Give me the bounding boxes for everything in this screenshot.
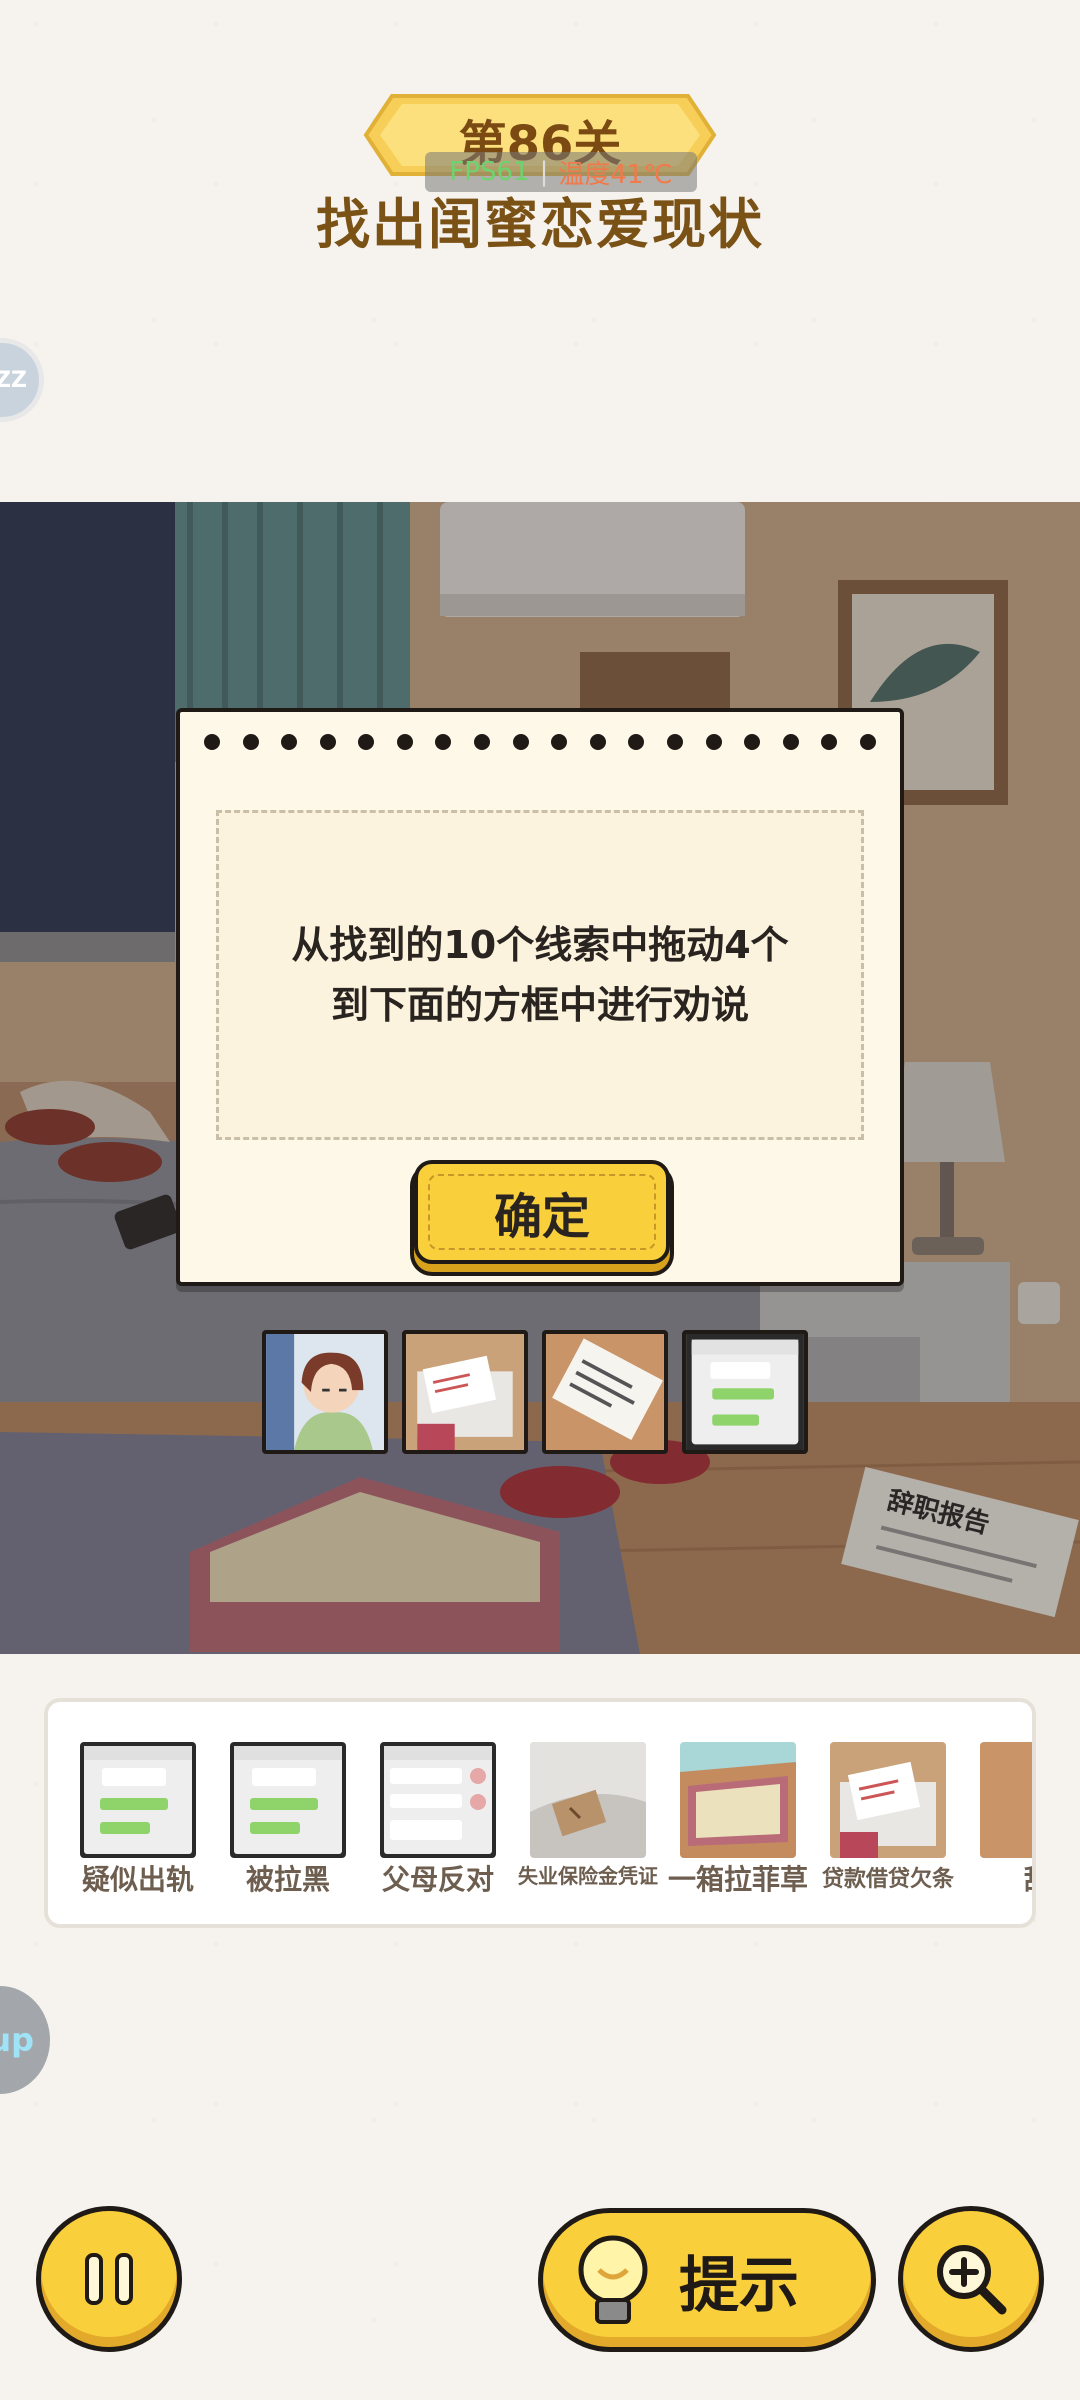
notebook-holes	[204, 734, 876, 756]
insurance-certificate-icon	[530, 1742, 646, 1858]
clue-inventory[interactable]: 疑似出轨 被拉黑 父母反对 失业保险金凭证 一箱拉菲草 贷款借贷欠条	[44, 1698, 1036, 1928]
clue-label: 父母反对	[381, 1863, 494, 1896]
chat-screenshot-icon	[686, 1334, 804, 1450]
dialog-message-line1: 从找到的10个线索中拖动4个	[291, 923, 789, 967]
side-tab-text: up	[0, 2021, 34, 2059]
partial-clue-icon	[980, 1742, 1032, 1858]
pause-icon	[79, 2253, 139, 2305]
level-title: 找出闺蜜恋爱现状	[316, 193, 764, 256]
clue-label: 一箱拉菲草	[668, 1863, 809, 1896]
slot-resignation-report[interactable]	[542, 1330, 668, 1454]
hint-button-label: 提示	[679, 2250, 799, 2321]
clue-item[interactable]: 疑似出轨	[80, 1742, 196, 1896]
clue-label: 被拉黑	[245, 1863, 330, 1896]
lightbulb-icon	[578, 2235, 648, 2324]
clue-item[interactable]: 父母反对	[380, 1742, 496, 1896]
zoom-button[interactable]	[898, 2206, 1044, 2352]
slot-chat-screenshot[interactable]	[682, 1330, 808, 1454]
loan-iou-icon	[830, 1742, 946, 1858]
confirm-button[interactable]: 确定	[414, 1160, 670, 1264]
clue-item[interactable]: 一箱拉菲草	[668, 1742, 808, 1896]
crying-girl-icon	[266, 1334, 384, 1450]
dialog-message: 从找到的10个线索中拖动4个 到下面的方框中进行劝说	[291, 915, 788, 1035]
clue-label: 辞	[1024, 1864, 1032, 1896]
hint-button[interactable]: 提示	[538, 2208, 876, 2352]
clue-label: 贷款借贷欠条	[822, 1867, 955, 1892]
clue-item[interactable]: 辞	[980, 1742, 1032, 1896]
slot-crying-girl[interactable]	[262, 1330, 388, 1454]
chat-screenshot-icon	[80, 1742, 196, 1858]
clue-item[interactable]: 被拉黑	[230, 1742, 346, 1896]
clue-label: 疑似出轨	[81, 1863, 194, 1896]
chat-screenshot-icon	[230, 1742, 346, 1858]
instruction-dialog: 从找到的10个线索中拖动4个 到下面的方框中进行劝说 确定	[176, 708, 904, 1286]
avatar-text: ZZ	[0, 367, 27, 393]
confirm-button-label: 确定	[493, 1189, 590, 1245]
resignation-report-icon	[546, 1334, 664, 1450]
slot-drawer-document[interactable]	[402, 1330, 528, 1454]
drawer-document-icon	[406, 1334, 524, 1450]
clue-label: 失业保险金凭证	[518, 1864, 658, 1888]
zoom-in-icon	[937, 2245, 1007, 2315]
chat-screenshot-icon	[380, 1742, 496, 1858]
evidence-slots	[262, 1330, 820, 1454]
dialog-message-box: 从找到的10个线索中拖动4个 到下面的方框中进行劝说	[216, 810, 864, 1140]
clue-item[interactable]: 失业保险金凭证	[518, 1742, 658, 1896]
raffia-box-icon	[680, 1742, 796, 1858]
pause-button[interactable]	[36, 2206, 182, 2352]
dialog-message-line2: 到下面的方框中进行劝说	[330, 983, 749, 1027]
clue-item[interactable]: 贷款借贷欠条	[822, 1742, 954, 1896]
